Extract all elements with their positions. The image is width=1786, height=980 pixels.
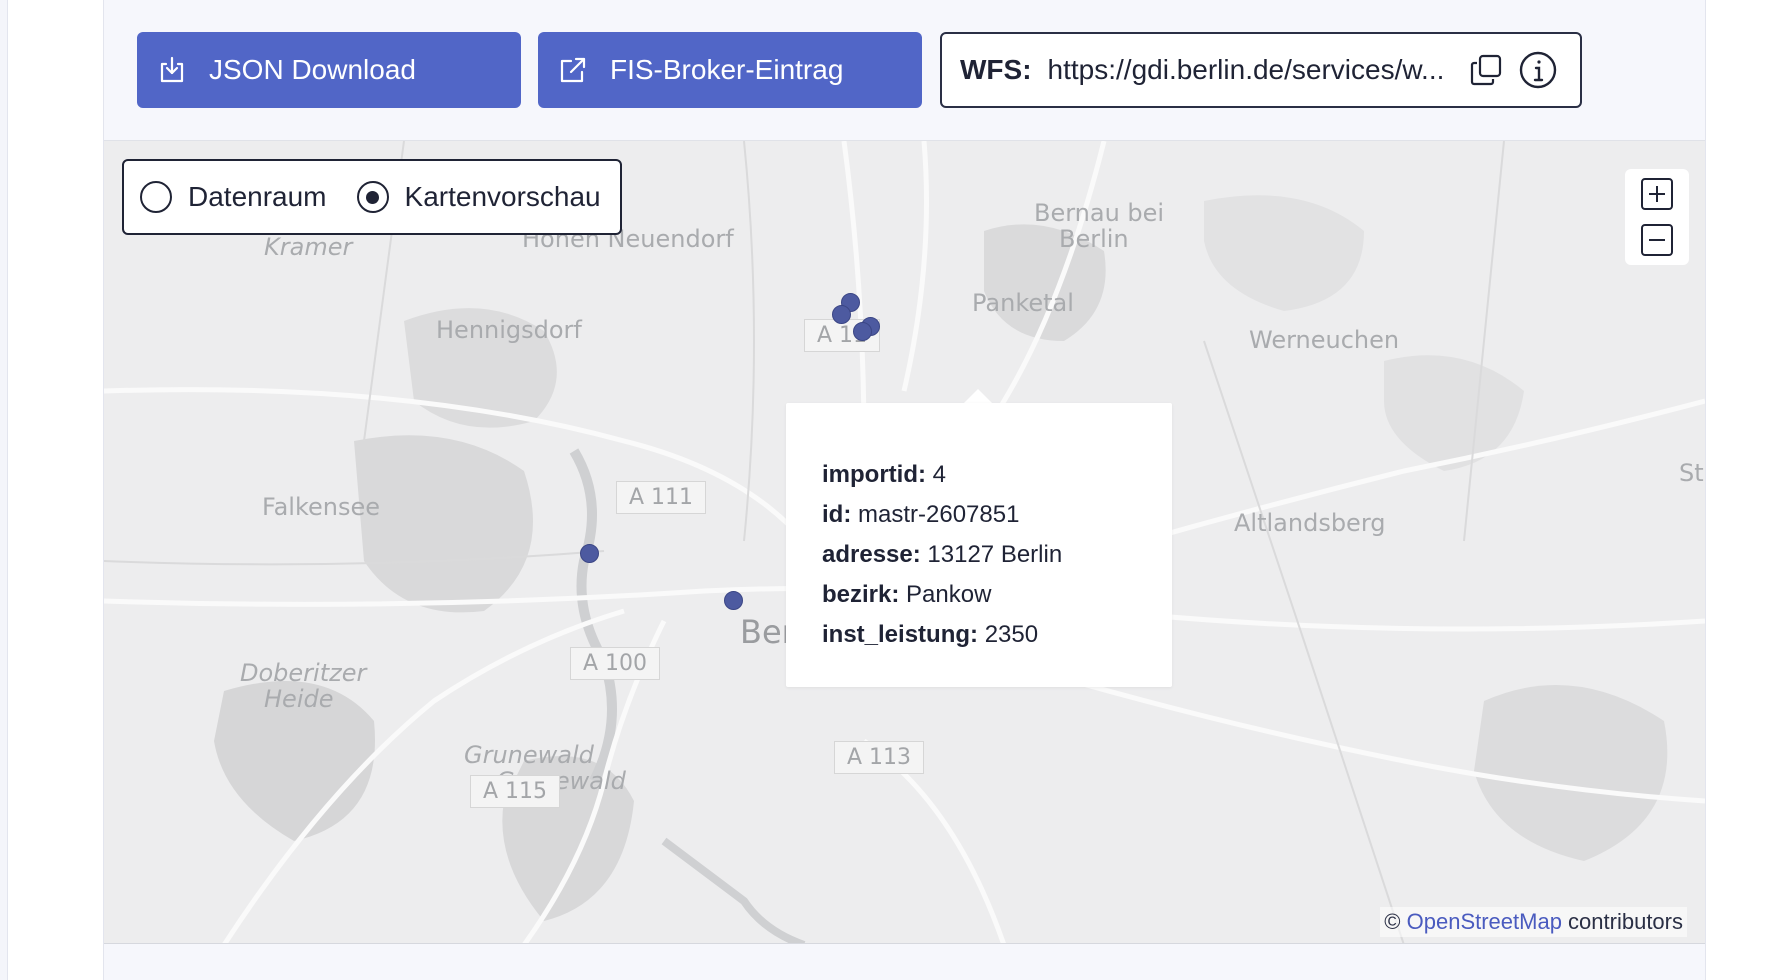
radio-selected-icon[interactable]: [356, 181, 389, 213]
popup-value: 2350: [984, 621, 1039, 648]
dataset-panel: JSON Download FIS-Broker-Eintrag WFS: ht…: [103, 0, 1706, 980]
popup-row-inst-leistung: inst_leistung: 2350: [822, 615, 1172, 655]
map-marker[interactable]: [853, 322, 872, 341]
radio-option-kartenvorschau[interactable]: Kartenvorschau: [356, 181, 601, 213]
popup-row-adresse: adresse: 13127 Berlin: [822, 535, 1172, 575]
popup-value: Pankow: [906, 581, 992, 608]
json-download-label: JSON Download: [209, 54, 416, 85]
map-marker[interactable]: [580, 544, 599, 563]
attribution-suffix: contributors: [1561, 909, 1683, 934]
popup-key: inst_leistung:: [822, 621, 979, 648]
popup-row-importid: importid: 4: [822, 455, 1172, 495]
zoom-out-button[interactable]: [1641, 224, 1673, 256]
popup-key: bezirk:: [822, 581, 900, 608]
view-toggle: Datenraum Kartenvorschau: [122, 159, 622, 235]
road-shield-a113: A 113: [834, 741, 925, 774]
road-shield-a111: A 111: [616, 481, 707, 514]
road-shield-a100: A 100: [570, 647, 661, 680]
popup-value: mastr-2607851: [858, 501, 1020, 528]
popup-key: id:: [822, 501, 852, 528]
zoom-control: [1625, 169, 1689, 265]
external-link-icon: [558, 55, 588, 85]
popup-row-bezirk: bezirk: Pankow: [822, 575, 1172, 615]
place-hennigsdorf: Hennigsdorf: [436, 316, 582, 344]
wfs-url[interactable]: https://gdi.berlin.de/services/w...: [1048, 54, 1448, 86]
place-kramer: Kramer: [264, 233, 353, 261]
radio-unselected-icon[interactable]: [140, 181, 172, 213]
radio-label-datenraum: Datenraum: [188, 181, 327, 212]
radio-dot: [366, 190, 380, 204]
popup-key: importid:: [822, 461, 926, 488]
download-icon: [157, 55, 187, 85]
place-altlandsberg: Altlandsberg: [1234, 509, 1386, 537]
place-grunewald-line1: Grunewald: [464, 741, 594, 769]
place-st: St: [1679, 459, 1704, 487]
wfs-url-box: WFS: https://gdi.berlin.de/services/w...: [940, 32, 1582, 108]
map-attribution: © OpenStreetMap contributors: [1380, 907, 1687, 937]
place-bernau-line2: Berlin: [1059, 225, 1129, 253]
json-download-button[interactable]: JSON Download: [137, 32, 521, 108]
minus-icon: [1649, 239, 1665, 241]
place-werneuchen: Werneuchen: [1249, 326, 1400, 354]
page-left-edge: [0, 0, 8, 980]
feature-popup: importid: 4 id: mastr-2607851 adresse: 1…: [786, 403, 1172, 687]
fis-broker-label: FIS-Broker-Eintrag: [610, 54, 844, 85]
radio-option-datenraum[interactable]: Datenraum: [140, 181, 327, 213]
toolbar: JSON Download FIS-Broker-Eintrag WFS: ht…: [104, 0, 1705, 140]
zoom-in-button[interactable]: [1641, 178, 1673, 210]
attribution-prefix: ©: [1384, 909, 1407, 934]
openstreetmap-link[interactable]: OpenStreetMap: [1407, 909, 1562, 934]
place-panketal: Panketal: [972, 289, 1074, 317]
info-icon[interactable]: [1518, 50, 1558, 90]
place-doberitzer-line2: Heide: [264, 685, 334, 713]
copy-icon[interactable]: [1468, 52, 1504, 88]
map-marker[interactable]: [724, 591, 743, 610]
popup-key: adresse:: [822, 541, 921, 568]
popup-value: 13127 Berlin: [927, 541, 1063, 568]
wfs-label: WFS:: [960, 54, 1032, 85]
place-bernau-line1: Bernau bei: [1034, 199, 1165, 227]
radio-label-kartenvorschau: Kartenvorschau: [404, 181, 601, 212]
popup-row-id: id: mastr-2607851: [822, 495, 1172, 535]
fis-broker-button[interactable]: FIS-Broker-Eintrag: [538, 32, 922, 108]
map-preview[interactable]: Kramer Hohen Neuendorf Bernau bei Berlin…: [104, 140, 1705, 944]
map-marker[interactable]: [832, 305, 851, 324]
place-doberitzer-line1: Doberitzer: [240, 659, 367, 687]
road-shield-a115: A 115: [470, 775, 561, 808]
plus-icon: [1649, 186, 1665, 202]
place-falkensee: Falkensee: [262, 493, 381, 521]
popup-value: 4: [932, 461, 947, 488]
